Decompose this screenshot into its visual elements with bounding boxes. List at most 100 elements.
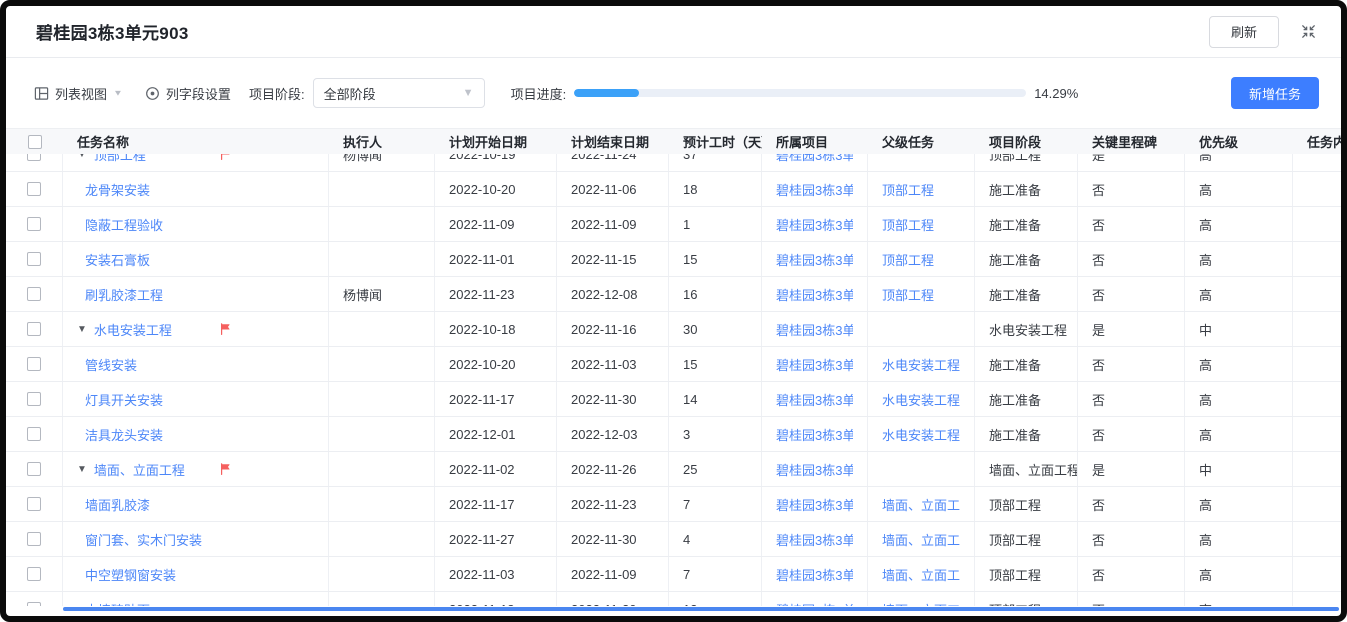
task-name-link[interactable]: 墙面乳胶漆 — [85, 495, 150, 514]
cell-parent-task: 墙面、立面工程 — [868, 557, 975, 591]
add-task-button[interactable]: 新增任务 — [1231, 77, 1319, 109]
cell-end-date: 2022-11-30 — [557, 522, 669, 556]
row-checkbox[interactable] — [27, 182, 41, 196]
cell-phase: 水电安装工程 — [975, 312, 1078, 346]
cell-start-date: 2022-11-17 — [435, 382, 557, 416]
cell-parent-task: 墙面、立面工程 — [868, 592, 975, 606]
task-name-link[interactable]: 刷乳胶漆工程 — [85, 285, 163, 304]
parent-task-link[interactable]: 水电安装工程 — [882, 425, 960, 444]
row-checkbox[interactable] — [27, 392, 41, 406]
parent-task-link[interactable]: 水电安装工程 — [882, 390, 960, 409]
cell-est-days: 18 — [669, 172, 762, 206]
row-checkbox[interactable] — [27, 567, 41, 581]
cell-end-date: 2022-11-24 — [557, 154, 669, 171]
milestone-flag-icon — [219, 154, 232, 161]
progress-fill — [574, 89, 639, 97]
task-name-link[interactable]: 水电安装工程 — [94, 320, 172, 339]
project-link[interactable]: 碧桂园3栋3单元903 — [776, 600, 853, 607]
parent-task-link[interactable]: 墙面、立面工程 — [882, 495, 960, 514]
project-link[interactable]: 碧桂园3栋3单元903 — [776, 154, 853, 164]
project-link[interactable]: 碧桂园3栋3单元903 — [776, 355, 853, 374]
table-body: ▼顶部工程杨博闻2022-10-192022-11-2437碧桂园3栋3单元90… — [6, 154, 1341, 606]
row-checkbox[interactable] — [27, 357, 41, 371]
collapse-triangle-icon[interactable]: ▼ — [77, 464, 87, 475]
row-checkbox[interactable] — [27, 252, 41, 266]
parent-task-link[interactable]: 墙面、立面工程 — [882, 565, 960, 584]
cell-parent-task: 墙面、立面工程 — [868, 522, 975, 556]
row-checkbox[interactable] — [27, 154, 41, 161]
project-link[interactable]: 碧桂园3栋3单元903 — [776, 460, 853, 479]
cell-priority: 高 — [1185, 592, 1293, 606]
project-link[interactable]: 碧桂园3栋3单元903 — [776, 250, 853, 269]
project-link[interactable]: 碧桂园3栋3单元903 — [776, 425, 853, 444]
parent-task-link[interactable]: 顶部工程 — [882, 180, 934, 199]
cell-est-days: 3 — [669, 417, 762, 451]
cell-milestone: 是 — [1078, 154, 1185, 171]
parent-task-link[interactable]: 墙面、立面工程 — [882, 530, 960, 549]
project-link[interactable]: 碧桂园3栋3单元903 — [776, 530, 853, 549]
toolbar: 列表视图 ▼ 列字段设置 项目阶段: 全部阶段 ▼ 项目进度: 14.29% — [6, 58, 1341, 128]
milestone-flag-icon — [219, 463, 232, 476]
collapse-triangle-icon[interactable]: ▼ — [77, 324, 87, 335]
task-name-link[interactable]: 中空塑钢窗安装 — [85, 565, 176, 584]
collapse-fullscreen-icon[interactable] — [1297, 21, 1319, 43]
project-link[interactable]: 碧桂园3栋3单元903 — [776, 495, 853, 514]
task-name-link[interactable]: 洁具龙头安装 — [85, 425, 163, 444]
task-name-link[interactable]: 安装石膏板 — [85, 250, 150, 269]
parent-task-link[interactable]: 水电安装工程 — [882, 355, 960, 374]
cell-phase: 施工准备 — [975, 172, 1078, 206]
project-link[interactable]: 碧桂园3栋3单元903 — [776, 390, 853, 409]
project-link[interactable]: 碧桂园3栋3单元903 — [776, 215, 853, 234]
parent-task-link[interactable]: 顶部工程 — [882, 285, 934, 304]
project-link[interactable]: 碧桂园3栋3单元903 — [776, 285, 853, 304]
select-all-checkbox[interactable] — [28, 135, 42, 149]
row-checkbox[interactable] — [27, 602, 41, 606]
parent-task-link[interactable]: 顶部工程 — [882, 250, 934, 269]
task-name-link[interactable]: 顶部工程 — [94, 154, 146, 164]
cell-parent-task: 顶部工程 — [868, 277, 975, 311]
task-name-link[interactable]: 内墙砖贴面 — [85, 600, 150, 607]
cell-priority: 高 — [1185, 522, 1293, 556]
cell-end-date: 2022-11-23 — [557, 487, 669, 521]
task-name-link[interactable]: 灯具开关安装 — [85, 390, 163, 409]
parent-task-link[interactable]: 墙面、立面工程 — [882, 600, 960, 607]
table-row: 窗门套、实木门安装2022-11-272022-11-304碧桂园3栋3单元90… — [6, 522, 1341, 557]
cell-start-date: 2022-10-19 — [435, 154, 557, 171]
cell-priority: 高 — [1185, 382, 1293, 416]
horizontal-scrollbar-thumb[interactable] — [63, 607, 1339, 611]
column-header-task-content: 任务内容 — [1293, 129, 1341, 154]
task-name-link[interactable]: 隐蔽工程验收 — [85, 215, 163, 234]
row-checkbox[interactable] — [27, 217, 41, 231]
cell-milestone: 否 — [1078, 242, 1185, 276]
table-row: 刷乳胶漆工程杨博闻2022-11-232022-12-0816碧桂园3栋3单元9… — [6, 277, 1341, 312]
cell-task-name: ▼ 水电安装工程 — [63, 312, 329, 346]
refresh-button[interactable]: 刷新 — [1209, 16, 1279, 48]
task-name-link[interactable]: 龙骨架安装 — [85, 180, 150, 199]
collapse-triangle-icon[interactable]: ▼ — [77, 154, 87, 160]
task-name-link[interactable]: 管线安装 — [85, 355, 137, 374]
task-name-link[interactable]: 窗门套、实木门安装 — [85, 530, 202, 549]
row-checkbox[interactable] — [27, 462, 41, 476]
column-settings-button[interactable]: 列字段设置 — [145, 84, 231, 103]
row-checkbox[interactable] — [27, 497, 41, 511]
cell-est-days: 37 — [669, 154, 762, 171]
cell-phase: 施工准备 — [975, 207, 1078, 241]
row-checkbox[interactable] — [27, 287, 41, 301]
task-name-link[interactable]: 墙面、立面工程 — [94, 460, 185, 479]
project-link[interactable]: 碧桂园3栋3单元903 — [776, 565, 853, 584]
cell-priority: 高 — [1185, 417, 1293, 451]
row-checkbox[interactable] — [27, 532, 41, 546]
cell-milestone: 否 — [1078, 382, 1185, 416]
cell-est-days: 30 — [669, 312, 762, 346]
cell-milestone: 否 — [1078, 487, 1185, 521]
cell-task-name: 中空塑钢窗安装 — [63, 557, 329, 591]
parent-task-link[interactable]: 顶部工程 — [882, 215, 934, 234]
row-checkbox[interactable] — [27, 322, 41, 336]
row-checkbox[interactable] — [27, 427, 41, 441]
project-link[interactable]: 碧桂园3栋3单元903 — [776, 180, 853, 199]
cell-project: 碧桂园3栋3单元903 — [762, 207, 868, 241]
project-link[interactable]: 碧桂园3栋3单元903 — [776, 320, 853, 339]
cell-milestone: 否 — [1078, 347, 1185, 381]
view-switcher[interactable]: 列表视图 ▼ — [34, 84, 123, 103]
phase-filter-select[interactable]: 全部阶段 ▼ — [313, 78, 485, 108]
